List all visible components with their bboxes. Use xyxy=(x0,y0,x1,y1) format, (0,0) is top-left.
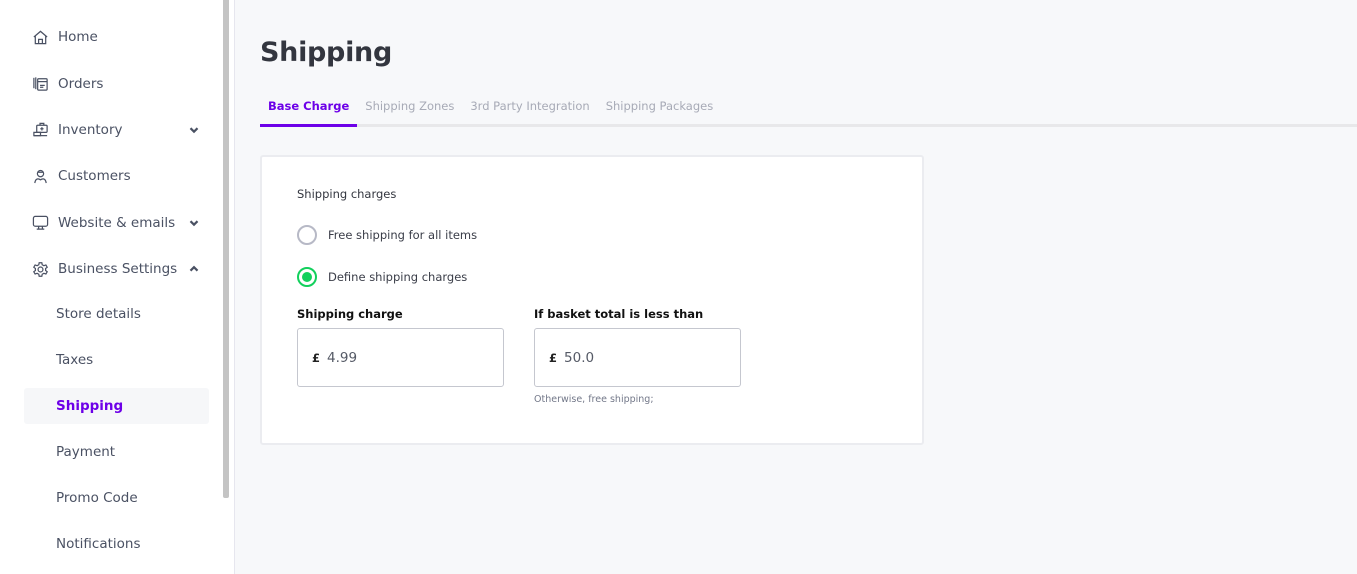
orders-icon xyxy=(31,75,49,93)
shipping-charge-field-group: Shipping charge £ 4.99 xyxy=(297,308,504,405)
charge-fields: Shipping charge £ 4.99 If basket total i… xyxy=(297,308,887,405)
sidebar-item-label: Customers xyxy=(58,168,131,185)
chevron-down-icon[interactable] xyxy=(188,217,200,229)
chevron-down-icon[interactable] xyxy=(188,124,200,136)
sidebar-scrollbar[interactable] xyxy=(223,0,229,498)
page-title: Shipping xyxy=(260,37,392,68)
define-charges-radio[interactable] xyxy=(297,267,317,287)
sidebar-item-orders[interactable]: Orders xyxy=(0,60,234,106)
radio-label: Free shipping for all items xyxy=(328,228,478,242)
gear-icon xyxy=(31,260,49,278)
basket-threshold-field-group: If basket total is less than £ 50.0 Othe… xyxy=(534,308,741,405)
monitor-icon xyxy=(31,214,49,232)
sidebar-item-inventory[interactable]: Inventory xyxy=(0,107,234,153)
tab-shipping-packages[interactable]: Shipping Packages xyxy=(598,98,721,124)
tab-base-charge[interactable]: Base Charge xyxy=(260,98,358,127)
free-shipping-radio[interactable] xyxy=(297,225,317,245)
field-label: Shipping charge xyxy=(297,307,403,321)
sidebar-item-label: Home xyxy=(58,29,98,46)
sidebar-item-label: Business Settings xyxy=(58,261,178,278)
sidebar-item-label: Inventory xyxy=(58,121,123,138)
sidebar-item-label: Orders xyxy=(58,75,104,92)
sidebar-item-customers[interactable]: Customers xyxy=(0,153,234,199)
sidebar-nav: Home Orders Inventory Customers Website … xyxy=(0,0,234,292)
chevron-up-icon[interactable] xyxy=(188,263,200,275)
define-charges-option[interactable]: Define shipping charges xyxy=(297,267,887,287)
section-title: Shipping charges xyxy=(297,187,397,201)
main-content: Shipping Base Charge Shipping Zones 3rd … xyxy=(235,0,1357,574)
input-value: 4.99 xyxy=(327,349,358,366)
shipping-charges-card: Shipping charges Free shipping for all i… xyxy=(260,155,924,445)
sidebar-item-website-emails[interactable]: Website & emails xyxy=(0,200,234,246)
field-label: If basket total is less than xyxy=(534,307,704,321)
field-hint: Otherwise, free shipping; xyxy=(534,394,654,405)
radio-label: Define shipping charges xyxy=(328,270,468,284)
business-settings-subnav: Store details Taxes Shipping Payment Pro… xyxy=(0,296,234,562)
tab-bar: Base Charge Shipping Zones 3rd Party Int… xyxy=(260,98,1357,127)
sidebar-subitem-promo-code[interactable]: Promo Code xyxy=(24,480,209,516)
sidebar-subitem-notifications[interactable]: Notifications xyxy=(24,526,209,562)
customers-icon xyxy=(31,167,49,185)
sidebar-item-label: Website & emails xyxy=(58,214,176,231)
input-value: 50.0 xyxy=(564,349,595,366)
inventory-icon xyxy=(31,121,49,139)
sidebar-subitem-store-details[interactable]: Store details xyxy=(24,296,209,332)
sidebar-subitem-taxes[interactable]: Taxes xyxy=(24,342,209,378)
tab-shipping-zones[interactable]: Shipping Zones xyxy=(357,98,462,124)
sidebar-item-business-settings[interactable]: Business Settings xyxy=(0,246,234,292)
shipping-charge-input[interactable]: £ 4.99 xyxy=(297,328,504,387)
currency-symbol: £ xyxy=(549,350,558,365)
app: Home Orders Inventory Customers Website … xyxy=(0,0,1357,574)
tab-3rd-party-integration[interactable]: 3rd Party Integration xyxy=(462,98,597,124)
free-shipping-option[interactable]: Free shipping for all items xyxy=(297,225,887,245)
sidebar-item-home[interactable]: Home xyxy=(0,14,234,60)
sidebar-subitem-payment[interactable]: Payment xyxy=(24,434,209,470)
sidebar: Home Orders Inventory Customers Website … xyxy=(0,0,235,574)
home-icon xyxy=(31,28,49,46)
basket-threshold-input[interactable]: £ 50.0 xyxy=(534,328,741,387)
sidebar-subitem-shipping[interactable]: Shipping xyxy=(24,388,209,425)
currency-symbol: £ xyxy=(312,350,321,365)
